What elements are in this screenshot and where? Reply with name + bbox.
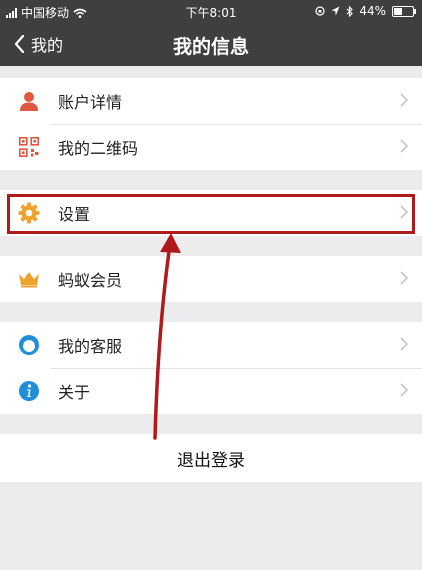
menu-item-customer-service[interactable]: 我的客服	[0, 322, 422, 368]
menu-label-customer-service: 我的客服	[58, 337, 123, 356]
menu-label-account-details: 账户详情	[58, 93, 123, 112]
menu-item-ant-member[interactable]: 蚂蚁会员	[0, 256, 422, 302]
page-title: 我的信息	[172, 36, 249, 58]
headset-icon	[18, 334, 40, 356]
crown-icon	[18, 268, 40, 290]
menu-item-account-details[interactable]: 账户详情	[0, 78, 422, 124]
battery-icon	[392, 5, 416, 17]
chevron-right-icon	[400, 205, 408, 219]
logout-button[interactable]: 退出登录	[0, 434, 422, 482]
menu-item-qr-code[interactable]: 我的二维码	[0, 124, 422, 170]
menu-label-settings: 设置	[58, 205, 91, 224]
menu-item-settings[interactable]: 设置	[0, 190, 422, 236]
orientation-lock-icon	[315, 6, 325, 16]
chevron-right-icon	[400, 139, 408, 153]
chevron-right-icon	[400, 383, 408, 397]
menu-label-ant-member: 蚂蚁会员	[58, 271, 123, 290]
info-icon	[18, 380, 40, 402]
menu-group-account: 账户详情 我的二维码	[0, 78, 422, 170]
menu-group-settings: 设置	[0, 190, 422, 236]
menu-label-about: 关于	[58, 383, 91, 402]
chevron-right-icon	[400, 271, 408, 285]
status-bar: 中国移动 下午8:01 44%	[0, 0, 422, 22]
chevron-right-icon	[400, 93, 408, 107]
chevron-right-icon	[400, 337, 408, 351]
location-icon	[331, 6, 340, 16]
battery-fill	[394, 7, 402, 15]
person-icon	[18, 90, 40, 112]
battery-percent: 44%	[359, 4, 386, 18]
menu-group-support: 我的客服 关于	[0, 322, 422, 414]
qr-code-icon	[18, 136, 40, 158]
nav-bar: 我的 我的信息	[0, 22, 422, 66]
menu-label-qr-code: 我的二维码	[58, 139, 139, 158]
status-right: 44%	[315, 4, 416, 18]
gear-icon	[18, 202, 40, 224]
menu-group-membership: 蚂蚁会员	[0, 256, 422, 302]
bluetooth-icon	[346, 5, 354, 17]
menu-item-about[interactable]: 关于	[0, 368, 422, 414]
